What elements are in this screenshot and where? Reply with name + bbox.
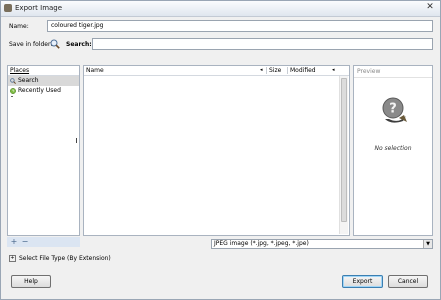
column-modified[interactable]: Modified (290, 66, 316, 75)
scrollbar-thumb[interactable] (341, 78, 347, 222)
preview-panel: Preview ? No selection (353, 65, 433, 236)
name-label: Name: (9, 23, 29, 30)
save-in-folder-label: Save in folder: (9, 41, 53, 48)
help-button[interactable]: Help (11, 275, 51, 288)
clock-icon (10, 88, 16, 94)
file-type-value: JPEG image (*.jpg, *.jpeg, *.jpe) (214, 240, 309, 247)
wilber-question-icon: ? (382, 97, 407, 123)
export-image-dialog: Export Image ✕ Name: coloured tiger.jpg … (0, 0, 441, 300)
svg-text:?: ? (389, 102, 397, 117)
search-icon[interactable] (50, 39, 60, 49)
sort-arrow-icon: ◂ (260, 67, 263, 73)
remove-bookmark-button[interactable]: − (20, 237, 30, 247)
places-separator (11, 96, 13, 97)
pane-resize-handle[interactable] (76, 138, 77, 143)
export-button[interactable]: Export (342, 275, 383, 288)
preview-header: Preview (354, 66, 432, 78)
close-button[interactable]: ✕ (424, 3, 436, 13)
window-title: Export Image (15, 4, 63, 12)
expand-plus-icon: + (9, 255, 16, 262)
column-size[interactable]: Size (269, 66, 281, 75)
places-panel: Places Search Recently Used (7, 65, 80, 236)
sort-arrow-icon: ◂ (332, 67, 335, 73)
places-toolbar: + − (7, 237, 80, 247)
expander-label: Select File Type (By Extension) (19, 255, 111, 262)
places-item-recently-used[interactable]: Recently Used (8, 86, 79, 96)
title-bar: Export Image ✕ (1, 1, 440, 17)
file-list-header: Name ◂ Size Modified ◂ (84, 66, 349, 76)
magnifier-icon (10, 78, 16, 84)
column-separator (266, 67, 267, 74)
chevron-down-icon[interactable]: ▼ (423, 240, 432, 248)
select-file-type-expander[interactable]: + Select File Type (By Extension) (9, 255, 111, 263)
places-item-label: Recently Used (18, 87, 61, 94)
file-type-select[interactable]: JPEG image (*.jpg, *.jpeg, *.jpe) ▼ (211, 239, 433, 249)
places-item-search[interactable]: Search (8, 76, 79, 86)
places-header[interactable]: Places (8, 66, 79, 76)
search-label: Search: (66, 41, 92, 48)
file-list-scrollbar[interactable] (339, 76, 348, 234)
search-input[interactable] (92, 38, 433, 50)
column-name[interactable]: Name (86, 66, 104, 75)
column-separator (287, 67, 288, 74)
filename-input[interactable]: coloured tiger.jpg (47, 20, 433, 32)
file-list[interactable]: Name ◂ Size Modified ◂ (83, 65, 350, 236)
cancel-button[interactable]: Cancel (388, 275, 428, 288)
add-bookmark-button[interactable]: + (9, 237, 19, 247)
gimp-app-icon (4, 4, 12, 12)
places-item-label: Search (18, 77, 39, 84)
preview-placeholder: No selection (374, 145, 412, 152)
